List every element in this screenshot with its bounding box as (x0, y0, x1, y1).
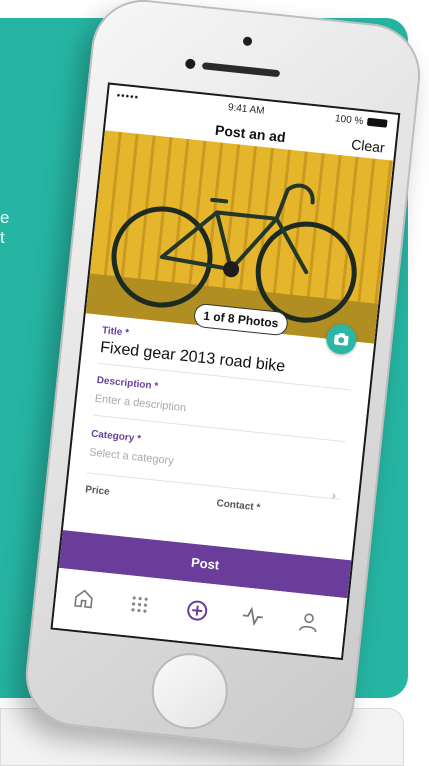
category-label: Category * (90, 428, 142, 445)
chevron-right-icon: › (331, 488, 337, 503)
activity-icon[interactable] (240, 603, 266, 629)
home-icon[interactable] (71, 585, 97, 611)
phone-screen: ••••• 9:41 AM 100 % Post an ad Clear 1 o… (50, 82, 401, 661)
description-label: Description * (96, 374, 159, 393)
add-circle-icon[interactable] (184, 597, 210, 623)
signal-indicator: ••••• (116, 90, 140, 104)
title-label: Title * (101, 325, 130, 339)
background-text-fragment: e (0, 208, 10, 227)
background-text-fragment: t (0, 228, 5, 247)
status-time: 9:41 AM (227, 102, 266, 117)
profile-icon[interactable] (295, 609, 321, 635)
grid-icon[interactable] (126, 591, 152, 617)
contact-label: Contact * (215, 498, 261, 514)
divider (86, 472, 340, 500)
battery-percent: 100 % (334, 113, 364, 128)
clear-button[interactable]: Clear (351, 136, 386, 155)
camera-icon (334, 332, 349, 346)
battery-icon (366, 117, 388, 128)
category-select[interactable]: Select a category (89, 446, 175, 467)
description-field[interactable]: Enter a description (94, 393, 186, 415)
add-photo-button[interactable] (324, 322, 358, 356)
title-field[interactable]: Fixed gear 2013 road bike (99, 339, 286, 376)
price-label: Price (84, 484, 111, 498)
